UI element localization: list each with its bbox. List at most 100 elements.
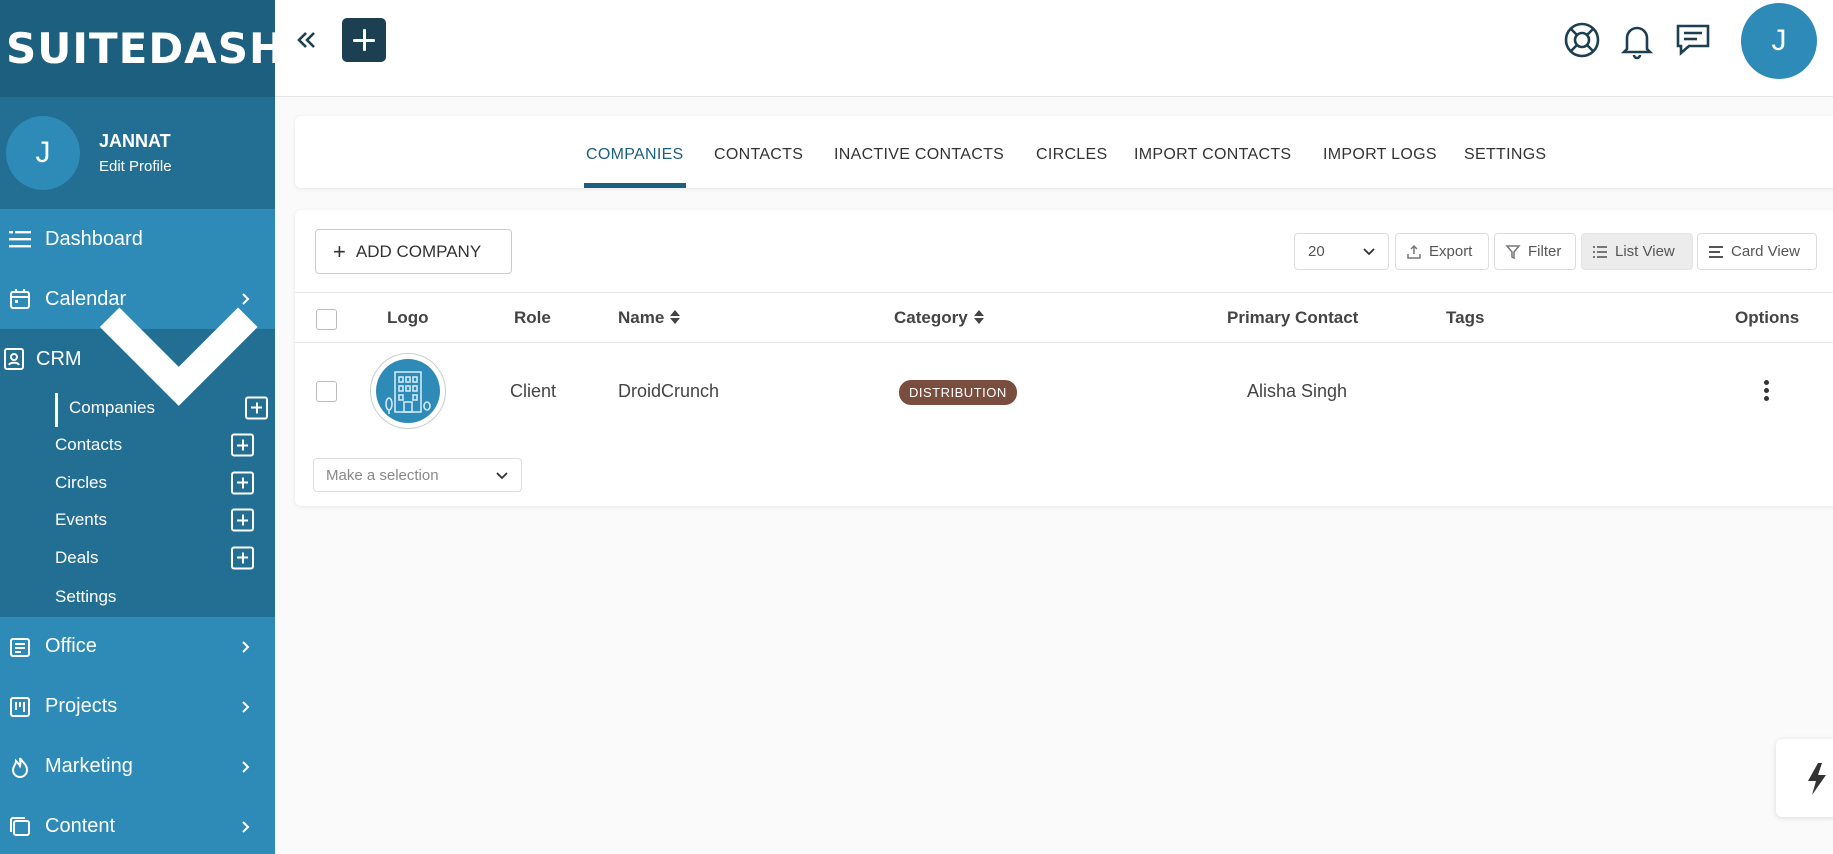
chevron-down-icon	[496, 472, 508, 480]
chevron-right-icon	[242, 640, 250, 653]
active-tab-indicator	[584, 183, 686, 188]
sidebar-item-label: Marketing	[45, 755, 133, 777]
add-company-plus-icon[interactable]	[245, 396, 268, 420]
row-options-icon[interactable]	[1764, 380, 1770, 402]
lightning-icon	[1808, 763, 1826, 795]
calendar-icon	[8, 287, 32, 311]
export-button[interactable]: Export	[1395, 233, 1489, 270]
collapse-sidebar-icon[interactable]	[295, 28, 319, 52]
list-view-label: List View	[1615, 243, 1675, 260]
filter-label: Filter	[1528, 243, 1562, 260]
sidebar-item-content[interactable]: Content	[0, 797, 275, 854]
tab-companies[interactable]: COMPANIES	[586, 146, 684, 164]
sidebar-avatar[interactable]: J	[6, 116, 80, 190]
tab-contacts[interactable]: CONTACTS	[714, 146, 803, 164]
quick-actions-tab[interactable]	[1776, 739, 1833, 817]
chat-icon[interactable]	[1673, 20, 1713, 60]
user-avatar[interactable]: J	[1741, 3, 1817, 79]
company-logo	[370, 353, 446, 429]
sidebar-item-dashboard[interactable]: Dashboard	[0, 209, 275, 269]
card-view-icon	[1709, 245, 1723, 258]
column-header-primary-contact: Primary Contact	[1227, 308, 1359, 327]
add-company-button[interactable]: + ADD COMPANY	[315, 229, 512, 274]
sidebar-item-label: Content	[45, 815, 116, 837]
sidebar-item-label: CRM	[36, 347, 82, 370]
tab-settings[interactable]: SETTINGS	[1464, 146, 1546, 164]
tab-circles[interactable]: CIRCLES	[1036, 146, 1107, 164]
kanban-icon	[8, 695, 32, 719]
profile-name: JANNAT	[99, 131, 171, 151]
edit-profile-link[interactable]: Edit Profile	[99, 158, 172, 175]
sidebar-subitem-label: Settings	[55, 586, 117, 606]
company-name-link[interactable]: DroidCrunch	[618, 381, 719, 402]
sidebar-subitem-label: Contacts	[55, 435, 123, 455]
sidebar-subitem-circles[interactable]: Circles	[0, 464, 275, 502]
sidebar-subitem-contacts[interactable]: Contacts	[0, 427, 275, 465]
add-circle-plus-icon[interactable]	[231, 471, 254, 495]
sidebar-subitem-label: Deals	[55, 547, 99, 567]
menu-lines-icon	[8, 227, 32, 251]
chevron-right-icon	[242, 760, 250, 773]
add-deal-plus-icon[interactable]	[231, 546, 254, 570]
bulk-action-placeholder: Make a selection	[326, 466, 439, 484]
page-size-value: 20	[1308, 243, 1325, 260]
sidebar-item-crm[interactable]: CRM	[0, 307, 275, 407]
building-icon	[376, 359, 440, 423]
chevron-right-icon	[242, 820, 250, 833]
sidebar-section-crm: CRM Companies Contacts Circles Events De…	[0, 307, 275, 617]
card-view-button[interactable]: Card View	[1697, 233, 1817, 270]
sidebar-profile: J JANNAT Edit Profile	[0, 97, 275, 209]
column-header-name[interactable]: Name	[618, 308, 681, 328]
sidebar-subitem-events[interactable]: Events	[0, 502, 275, 540]
sidebar-subitem-label: Events	[55, 510, 107, 530]
brand-logo-text: SUITEDASH	[6, 24, 275, 73]
sidebar-subitem-label: Circles	[55, 472, 107, 492]
topbar: J	[275, 0, 1833, 97]
column-header-name-label: Name	[618, 308, 665, 327]
list-view-button[interactable]: List View	[1581, 233, 1693, 270]
card-view-label: Card View	[1731, 243, 1800, 260]
sort-icon	[973, 310, 984, 324]
sidebar-item-marketing[interactable]: Marketing	[0, 737, 275, 797]
column-header-category[interactable]: Category	[894, 308, 984, 328]
column-header-logo: Logo	[387, 308, 429, 327]
list-icon	[1593, 245, 1607, 258]
help-lifebuoy-icon[interactable]	[1562, 20, 1602, 60]
export-icon	[1407, 244, 1421, 259]
sidebar: SUITEDASH J JANNAT Edit Profile Dashboar…	[0, 0, 275, 854]
export-label: Export	[1429, 243, 1473, 260]
sidebar-subitem-deals[interactable]: Deals	[0, 539, 275, 577]
sidebar-item-office[interactable]: Office	[0, 617, 275, 677]
sidebar-subitem-label: Companies	[69, 397, 155, 417]
quick-add-button[interactable]	[342, 18, 386, 62]
layers-icon	[8, 815, 32, 839]
column-header-role: Role	[514, 308, 551, 327]
tab-inactive-contacts[interactable]: INACTIVE CONTACTS	[834, 146, 1004, 164]
address-book-icon	[2, 347, 26, 371]
bulk-action-select[interactable]: Make a selection	[313, 458, 522, 492]
filter-button[interactable]: Filter	[1494, 233, 1576, 270]
sidebar-subitem-companies[interactable]: Companies	[0, 389, 275, 427]
company-role: Client	[510, 381, 557, 401]
brand-logo[interactable]: SUITEDASH	[0, 0, 275, 97]
column-header-category-label: Category	[894, 308, 968, 327]
column-header-tags: Tags	[1446, 308, 1485, 327]
sort-icon	[670, 310, 681, 324]
add-event-plus-icon[interactable]	[231, 508, 254, 532]
crm-tabs: COMPANIES CONTACTS INACTIVE CONTACTS CIR…	[295, 116, 1833, 188]
sidebar-subitem-settings[interactable]: Settings	[0, 577, 275, 617]
filter-icon	[1505, 244, 1521, 259]
sidebar-item-projects[interactable]: Projects	[0, 677, 275, 737]
add-contact-plus-icon[interactable]	[231, 433, 254, 457]
row-checkbox[interactable]	[316, 381, 337, 402]
tab-import-logs[interactable]: IMPORT LOGS	[1323, 146, 1437, 164]
page-size-select[interactable]: 20	[1294, 233, 1389, 270]
tab-import-contacts[interactable]: IMPORT CONTACTS	[1134, 146, 1291, 164]
divider	[295, 292, 1833, 293]
select-all-checkbox[interactable]	[316, 309, 337, 330]
office-icon	[8, 635, 32, 659]
primary-contact-link[interactable]: Alisha Singh	[1247, 381, 1347, 402]
column-header-options: Options	[1735, 308, 1800, 327]
companies-panel: + ADD COMPANY 20 Export Filter List View…	[295, 210, 1833, 506]
bell-icon[interactable]	[1617, 20, 1657, 60]
